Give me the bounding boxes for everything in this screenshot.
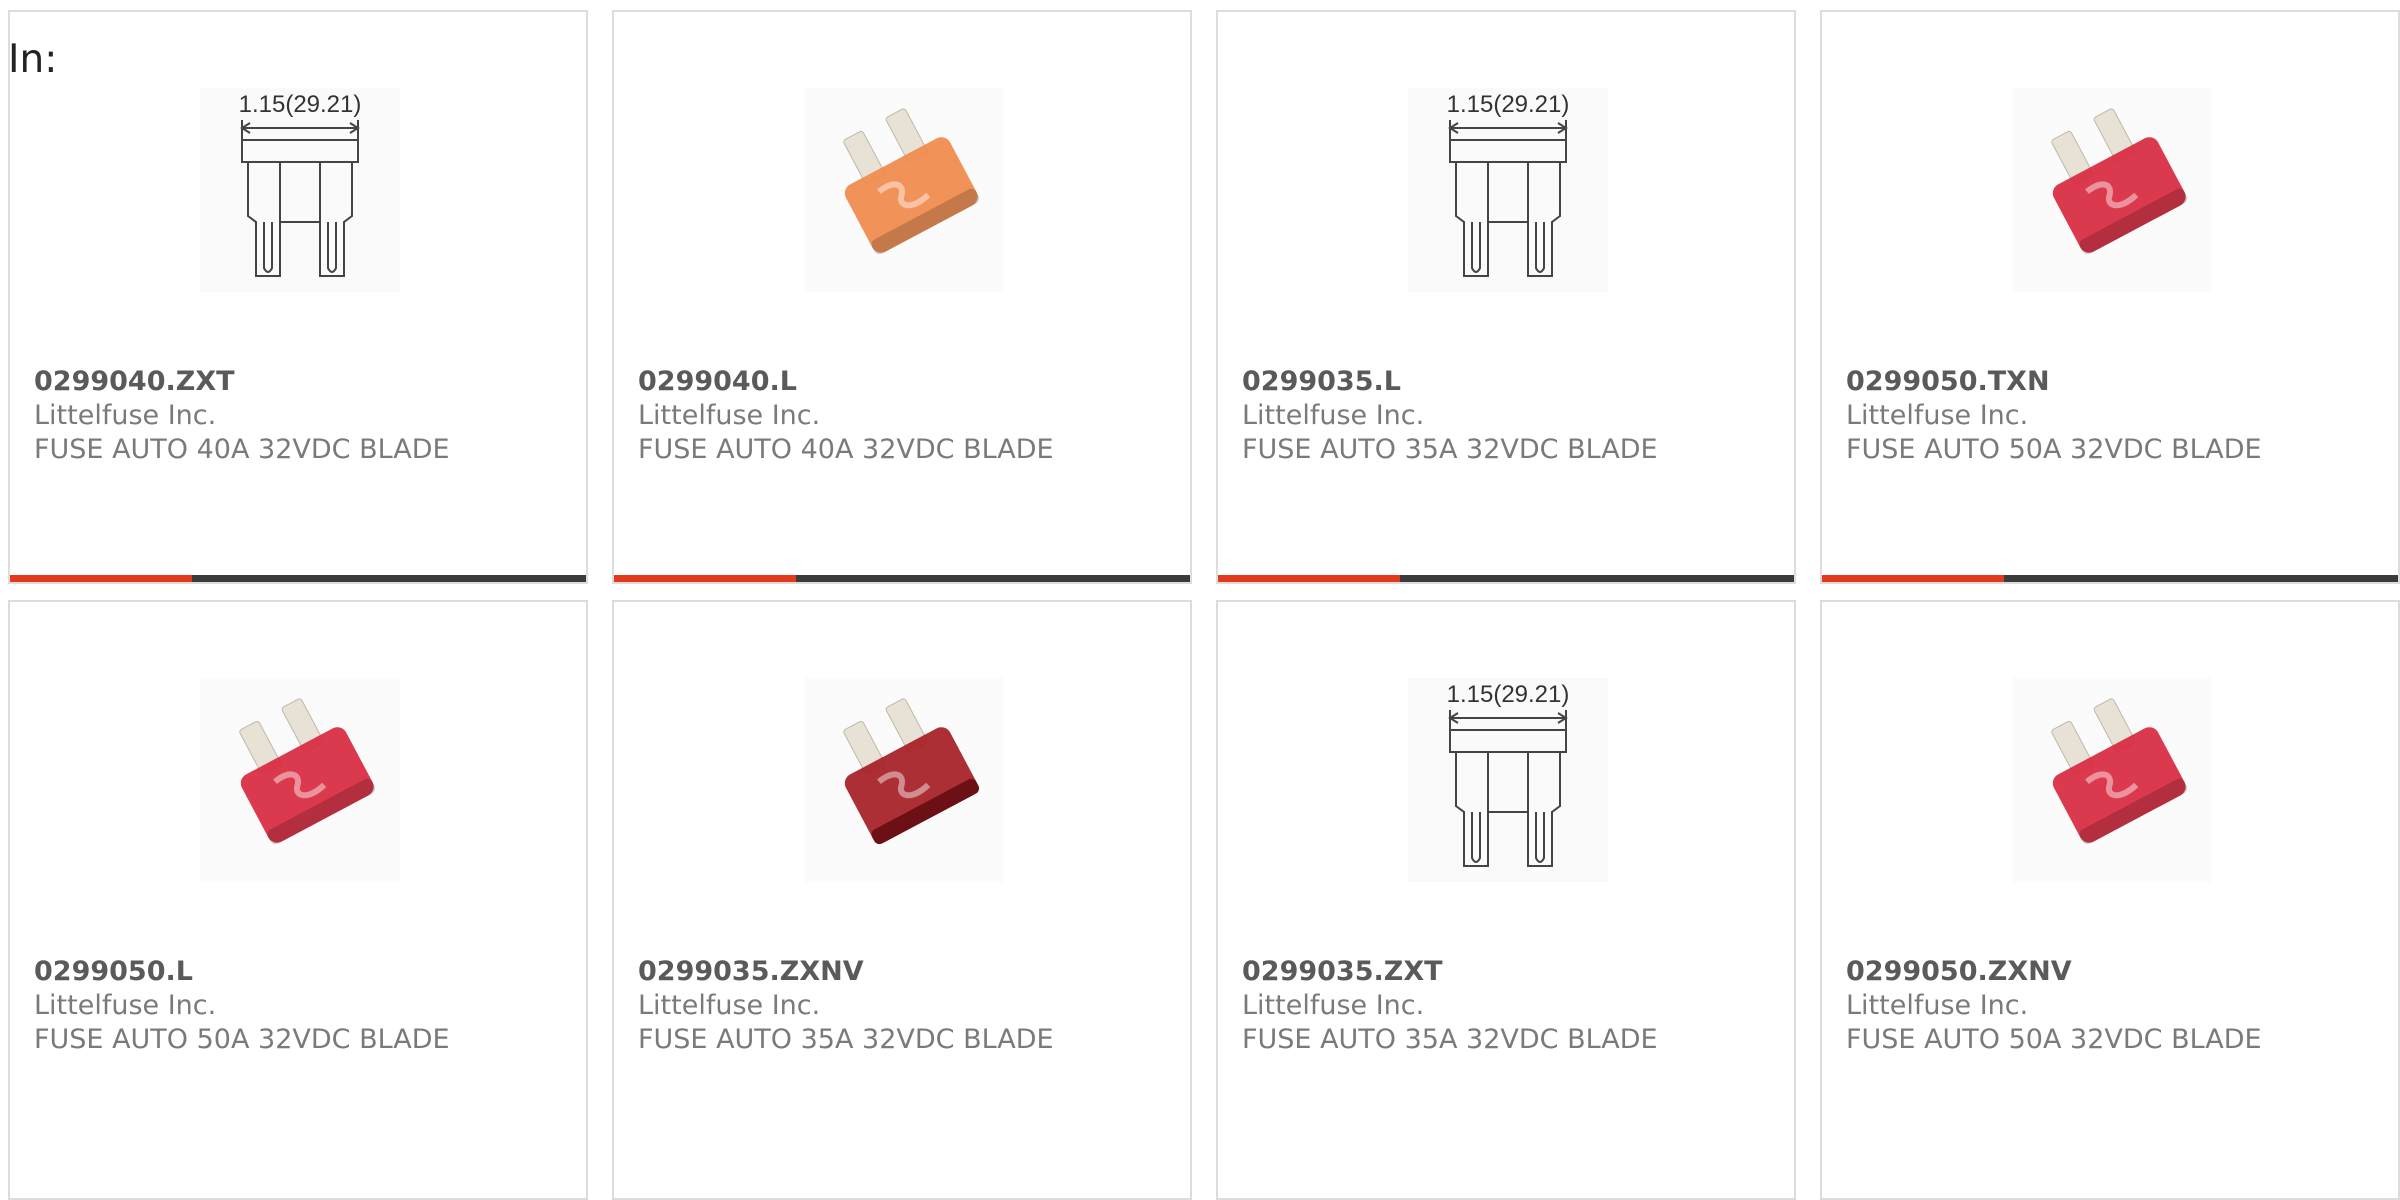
manufacturer: Littelfuse Inc. xyxy=(1242,990,1425,1021)
part-number[interactable]: 0299035.ZXNV xyxy=(638,956,864,987)
svg-text:1.15(29.21): 1.15(29.21) xyxy=(1447,681,1570,708)
manufacturer: Littelfuse Inc. xyxy=(34,400,217,431)
manufacturer: Littelfuse Inc. xyxy=(1846,990,2029,1021)
part-number[interactable]: 0299035.ZXT xyxy=(1242,956,1443,987)
description: FUSE AUTO 50A 32VDC BLADE xyxy=(1846,434,2262,465)
fuse-photo-image xyxy=(804,678,1004,882)
fuse-photo-image xyxy=(200,678,400,882)
fuse-photo-image xyxy=(2012,678,2212,882)
product-card[interactable]: 1.15(29.21) 0299035.L Littelfuse Inc. FU… xyxy=(1216,10,1796,584)
part-number[interactable]: 0299040.ZXT xyxy=(34,366,235,397)
product-card[interactable]: 1.15(29.21) 0299035.ZXT Littelfuse Inc. … xyxy=(1216,600,1796,1200)
part-number[interactable]: 0299050.L xyxy=(34,956,193,987)
part-number[interactable]: 0299040.L xyxy=(638,366,797,397)
product-card[interactable]: 0299035.ZXNV Littelfuse Inc. FUSE AUTO 3… xyxy=(612,600,1192,1200)
fuse-photo-image xyxy=(804,88,1004,292)
description: FUSE AUTO 50A 32VDC BLADE xyxy=(1846,1024,2262,1055)
description: FUSE AUTO 40A 32VDC BLADE xyxy=(34,434,450,465)
svg-text:1.15(29.21): 1.15(29.21) xyxy=(1447,91,1570,118)
product-card[interactable]: 0299050.L Littelfuse Inc. FUSE AUTO 50A … xyxy=(8,600,588,1200)
manufacturer: Littelfuse Inc. xyxy=(1242,400,1425,431)
description: FUSE AUTO 40A 32VDC BLADE xyxy=(638,434,1054,465)
filter-label: In: xyxy=(8,37,58,82)
part-number[interactable]: 0299050.ZXNV xyxy=(1846,956,2072,987)
svg-text:1.15(29.21): 1.15(29.21) xyxy=(239,91,362,118)
card-accent-bar xyxy=(614,575,1190,582)
fuse-photo-image xyxy=(2012,88,2212,292)
manufacturer: Littelfuse Inc. xyxy=(34,990,217,1021)
product-card[interactable]: 0299040.L Littelfuse Inc. FUSE AUTO 40A … xyxy=(612,10,1192,584)
product-card[interactable]: 1.15(29.21) 0299040.ZXT Littelfuse Inc. … xyxy=(8,10,588,584)
fuse-drawing-image: 1.15(29.21) xyxy=(1408,88,1608,292)
fuse-drawing-image: 1.15(29.21) xyxy=(1408,678,1608,882)
description: FUSE AUTO 35A 32VDC BLADE xyxy=(638,1024,1054,1055)
card-accent-bar xyxy=(10,575,586,582)
manufacturer: Littelfuse Inc. xyxy=(638,400,821,431)
part-number[interactable]: 0299050.TXN xyxy=(1846,366,2050,397)
fuse-drawing-image: 1.15(29.21) xyxy=(200,88,400,292)
description: FUSE AUTO 35A 32VDC BLADE xyxy=(1242,1024,1658,1055)
product-card[interactable]: 0299050.TXN Littelfuse Inc. FUSE AUTO 50… xyxy=(1820,10,2400,584)
product-card[interactable]: 0299050.ZXNV Littelfuse Inc. FUSE AUTO 5… xyxy=(1820,600,2400,1200)
description: FUSE AUTO 35A 32VDC BLADE xyxy=(1242,434,1658,465)
card-accent-bar xyxy=(1218,575,1794,582)
manufacturer: Littelfuse Inc. xyxy=(638,990,821,1021)
manufacturer: Littelfuse Inc. xyxy=(1846,400,2029,431)
card-accent-bar xyxy=(1822,575,2398,582)
part-number[interactable]: 0299035.L xyxy=(1242,366,1401,397)
description: FUSE AUTO 50A 32VDC BLADE xyxy=(34,1024,450,1055)
